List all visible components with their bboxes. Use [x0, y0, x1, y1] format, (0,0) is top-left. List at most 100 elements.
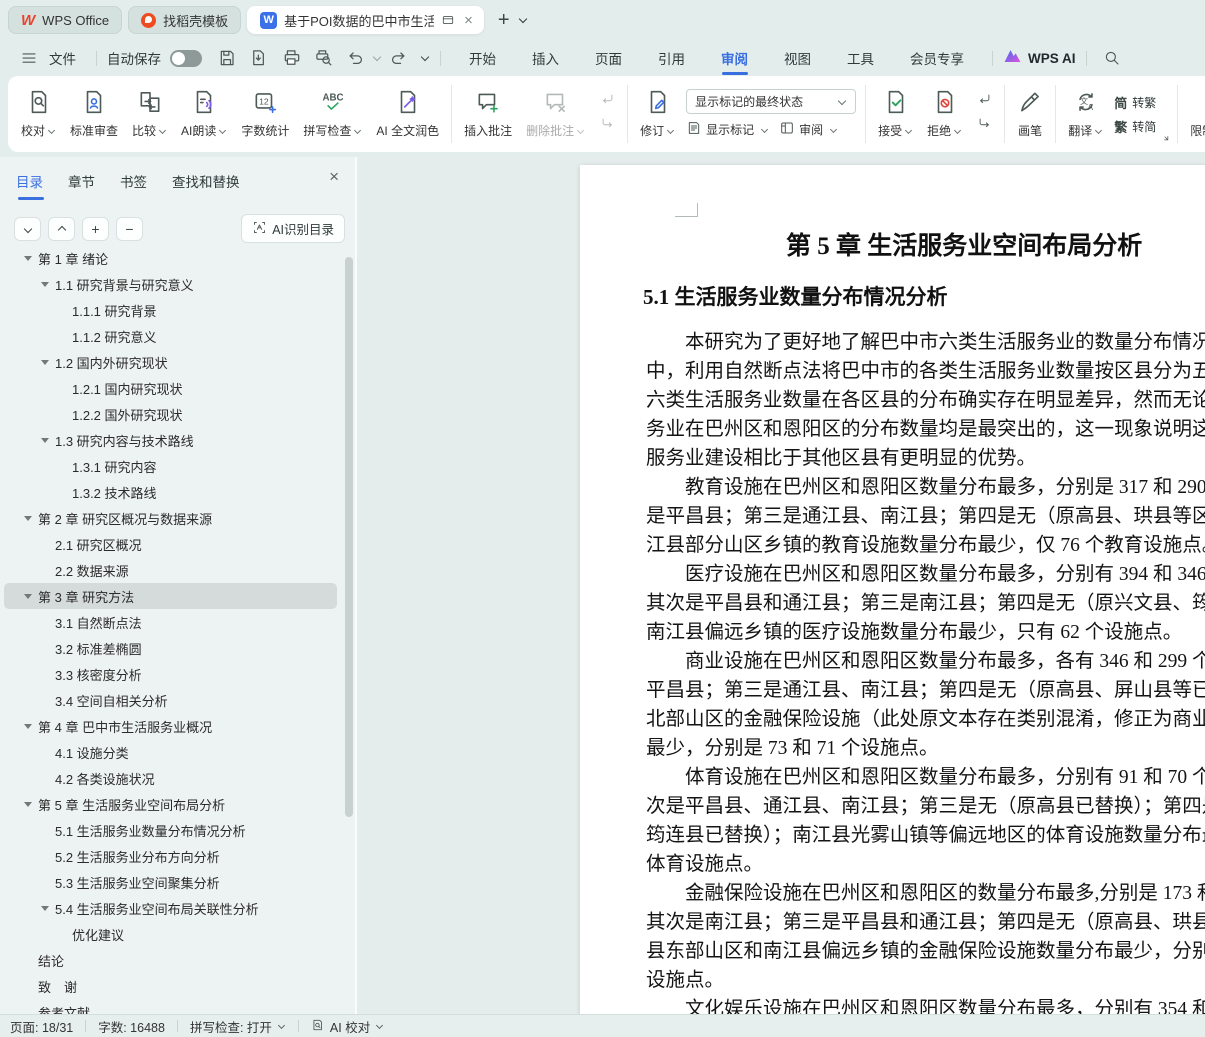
compare-button[interactable]: 比较: [125, 84, 174, 144]
window-tab[interactable]: W 基于POI数据的巴中市生活服 ×: [247, 6, 484, 34]
collapse-all-button[interactable]: −: [116, 216, 143, 241]
toc-item[interactable]: 优化建议: [4, 921, 337, 947]
menu-tab-页面[interactable]: 页面: [577, 40, 640, 76]
toc-item[interactable]: 5.3 生活服务业空间聚集分析: [4, 869, 337, 895]
toc-item[interactable]: 1.3.2 技术路线: [4, 479, 337, 505]
print-icon[interactable]: [276, 48, 308, 68]
accept-changes-button[interactable]: 接受: [871, 84, 920, 144]
collapse-triangle-icon[interactable]: [24, 255, 32, 261]
dialog-launcher-icon[interactable]: [1162, 134, 1172, 144]
document-page[interactable]: 第 5 章 生活服务业空间布局分析 5.1 生活服务业数量分布情况分析 本研究为…: [580, 165, 1205, 1014]
ai-proofread-status[interactable]: AI 校对: [311, 1017, 384, 1036]
toc-item[interactable]: 3.4 空间自相关分析: [4, 687, 337, 713]
track-changes-button[interactable]: 修订: [633, 84, 682, 144]
simplified-to-traditional-button[interactable]: 简转繁: [1114, 93, 1156, 112]
file-menu[interactable]: 文件: [14, 48, 76, 68]
toc-item[interactable]: 第 3 章 研究方法: [4, 583, 337, 609]
menu-tab-审阅[interactable]: 审阅: [703, 40, 766, 76]
collapse-triangle-icon[interactable]: [24, 723, 32, 729]
toc-item[interactable]: 1.3 研究内容与技术路线: [4, 427, 337, 453]
markup-state-combo[interactable]: 显示标记的最终状态: [686, 89, 857, 114]
close-tab-icon[interactable]: ×: [462, 12, 475, 29]
sidebar-tab-章节[interactable]: 章节: [68, 171, 95, 200]
toc-item[interactable]: 结论: [4, 947, 337, 973]
menu-tab-引用[interactable]: 引用: [640, 40, 703, 76]
previous-change-button[interactable]: [972, 92, 996, 112]
toc-item[interactable]: 3.1 自然断点法: [4, 609, 337, 635]
more-commands-chevron-icon[interactable]: [420, 52, 430, 62]
show-markup-button[interactable]: 显示标记: [686, 120, 769, 139]
restrict-editing-button[interactable]: 限制编辑: [1183, 84, 1205, 144]
sidebar-tab-查找和替换[interactable]: 查找和替换: [172, 171, 240, 200]
ink-pen-button[interactable]: 画笔: [1010, 84, 1050, 144]
toc-item[interactable]: 2.2 数据来源: [4, 557, 337, 583]
collapse-triangle-icon[interactable]: [41, 905, 49, 911]
menu-tab-工具[interactable]: 工具: [829, 40, 892, 76]
next-comment-button[interactable]: [595, 116, 619, 136]
undo-chevron-icon[interactable]: [372, 52, 382, 62]
insert-comment-button[interactable]: 插入批注: [457, 84, 519, 144]
menu-tab-视图[interactable]: 视图: [766, 40, 829, 76]
translate-button[interactable]: 文 A 翻译: [1061, 84, 1110, 144]
reject-changes-button[interactable]: 拒绝: [920, 84, 969, 144]
window-tab[interactable]: 找稻壳模板: [128, 6, 242, 34]
toc-item[interactable]: 4.2 各类设施状况: [4, 765, 337, 791]
tab-list-chevron-icon[interactable]: [518, 14, 527, 24]
review-pane-button[interactable]: 审阅: [779, 120, 838, 139]
word-count-button[interactable]: 12 字数统计: [234, 84, 296, 144]
sidebar-close-icon[interactable]: ×: [329, 167, 339, 187]
new-tab-button[interactable]: +: [490, 9, 518, 32]
save-as-icon[interactable]: [244, 48, 276, 68]
previous-comment-button[interactable]: [595, 92, 619, 112]
sidebar-tab-目录[interactable]: 目录: [16, 171, 44, 200]
save-icon[interactable]: [212, 48, 244, 68]
page-indicator[interactable]: 页面: 18/31: [10, 1017, 73, 1036]
toc-item[interactable]: 3.3 核密度分析: [4, 661, 337, 687]
sidebar-scrollbar[interactable]: [345, 257, 353, 817]
menu-tab-插入[interactable]: 插入: [514, 40, 577, 76]
toc-item[interactable]: 第 4 章 巴中市生活服务业概况: [4, 713, 337, 739]
toc-item[interactable]: 5.4 生活服务业空间布局关联性分析: [4, 895, 337, 921]
spellcheck-status[interactable]: 拼写检查: 打开: [190, 1017, 286, 1036]
collapse-triangle-icon[interactable]: [41, 437, 49, 443]
print-preview-icon[interactable]: [308, 48, 340, 68]
nav-down-button[interactable]: [14, 216, 41, 241]
popout-window-icon[interactable]: [441, 13, 455, 27]
expand-all-button[interactable]: +: [82, 216, 109, 241]
redo-icon[interactable]: [382, 48, 414, 68]
nav-up-button[interactable]: [48, 216, 75, 241]
toc-item[interactable]: 1.2.1 国内研究现状: [4, 375, 337, 401]
toc-item[interactable]: 参考文献: [4, 999, 337, 1015]
collapse-triangle-icon[interactable]: [24, 593, 32, 599]
toc-item[interactable]: 第 2 章 研究区概况与数据来源: [4, 505, 337, 531]
menu-tab-开始[interactable]: 开始: [451, 40, 514, 76]
word-count-indicator[interactable]: 字数: 16488: [98, 1017, 165, 1036]
window-tab[interactable]: W WPS Office: [8, 6, 123, 34]
collapse-triangle-icon[interactable]: [24, 515, 32, 521]
next-change-button[interactable]: [972, 116, 996, 136]
toc-item[interactable]: 5.1 生活服务业数量分布情况分析: [4, 817, 337, 843]
delete-comment-button[interactable]: 删除批注: [519, 84, 592, 144]
sidebar-tab-书签[interactable]: 书签: [120, 171, 147, 200]
undo-icon[interactable]: [340, 48, 372, 68]
toc-item[interactable]: 1.3.1 研究内容: [4, 453, 337, 479]
document-canvas[interactable]: 第 5 章 生活服务业空间布局分析 5.1 生活服务业数量分布情况分析 本研究为…: [359, 157, 1205, 1014]
toc-item[interactable]: 1.1.2 研究意义: [4, 323, 337, 349]
collapse-triangle-icon[interactable]: [41, 359, 49, 365]
ai-read-aloud-button[interactable]: AI朗读: [174, 84, 234, 144]
standard-review-button[interactable]: 标准审查: [63, 84, 125, 144]
search-icon[interactable]: [1097, 49, 1127, 67]
toc-item[interactable]: 致 谢: [4, 973, 337, 999]
ai-polish-button[interactable]: AI 全文润色: [369, 84, 446, 144]
wps-ai-button[interactable]: WPS AI: [1003, 47, 1076, 69]
collapse-triangle-icon[interactable]: [24, 801, 32, 807]
traditional-to-simplified-button[interactable]: 繁转简: [1114, 117, 1156, 136]
toc-item[interactable]: 2.1 研究区概况: [4, 531, 337, 557]
menu-tab-会员专享[interactable]: 会员专享: [892, 40, 982, 76]
toc-item[interactable]: 1.1 研究背景与研究意义: [4, 271, 337, 297]
autosave-toggle[interactable]: [170, 49, 202, 67]
toc-item[interactable]: 5.2 生活服务业分布方向分析: [4, 843, 337, 869]
toc-item[interactable]: 1.2 国内外研究现状: [4, 349, 337, 375]
toc-item[interactable]: 1.2.2 国外研究现状: [4, 401, 337, 427]
toc-item[interactable]: 第 1 章 绪论: [4, 245, 337, 271]
